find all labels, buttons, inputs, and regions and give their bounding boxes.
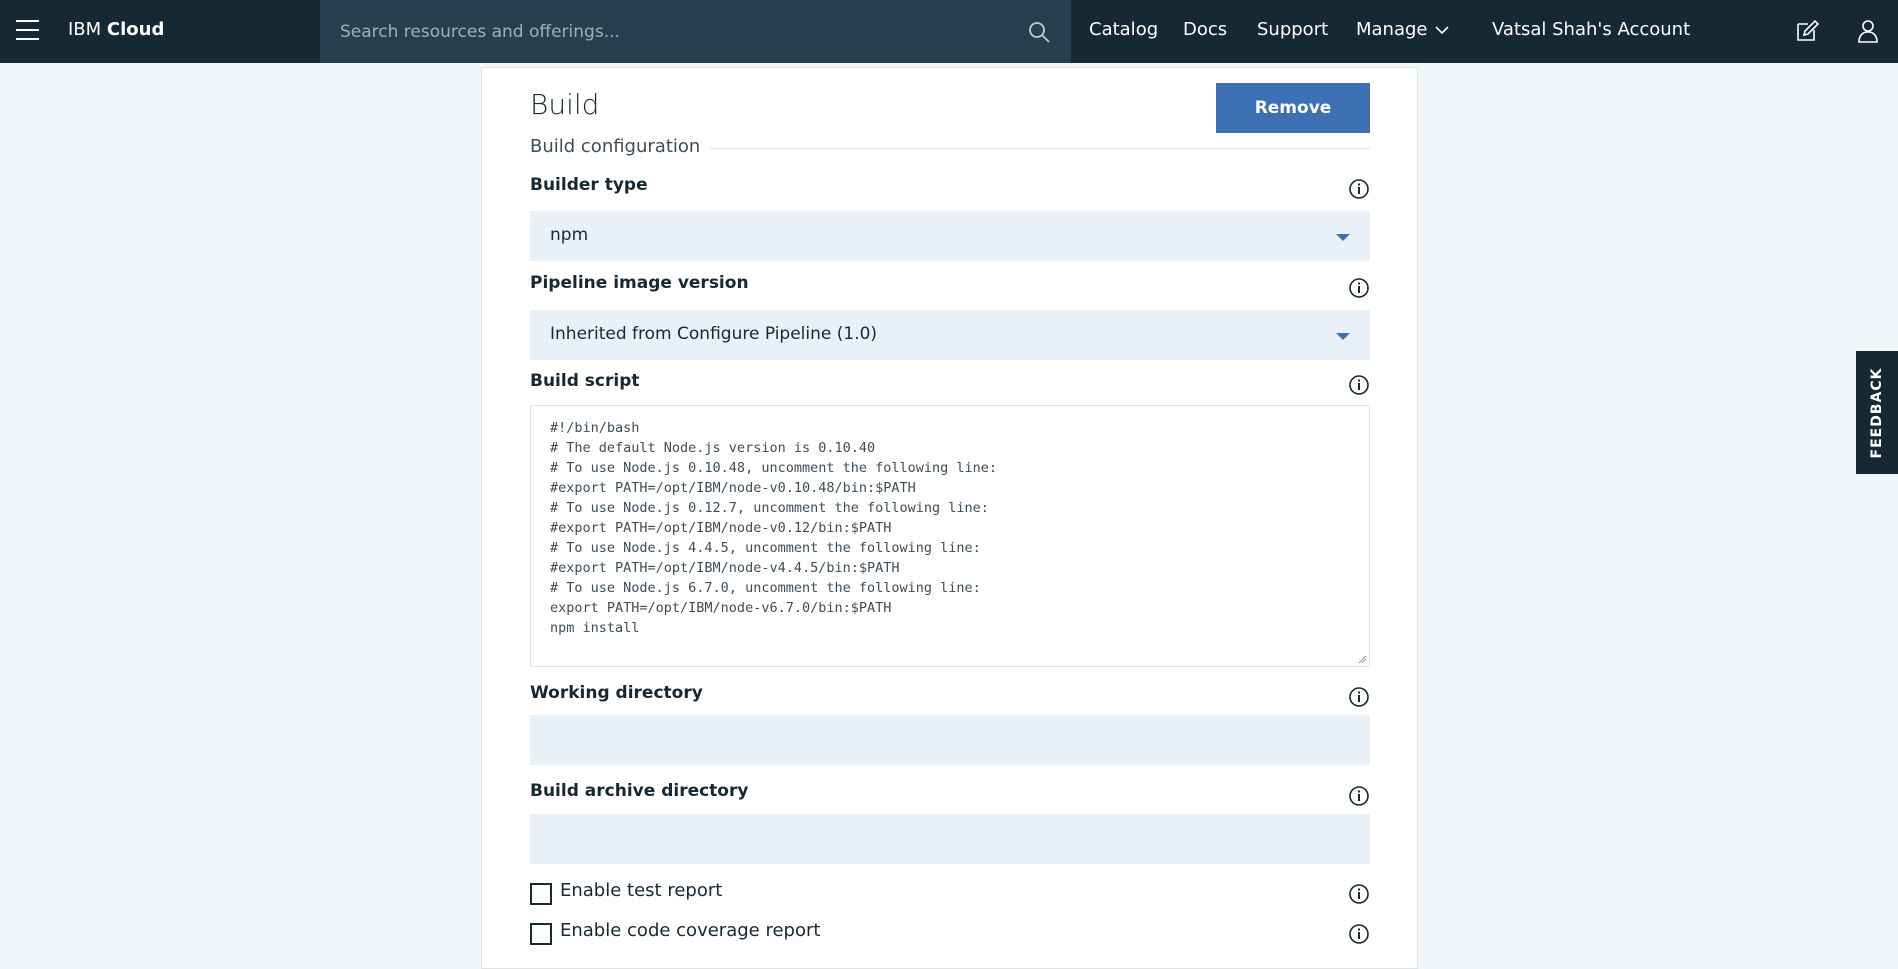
enable-test-report-checkbox[interactable] [530,883,552,905]
pipeline-image-label: Pipeline image version [530,273,749,293]
info-icon[interactable] [1348,686,1370,708]
enable-test-report-label[interactable]: Enable test report [560,880,722,901]
enable-code-coverage-label[interactable]: Enable code coverage report [560,920,820,941]
info-icon[interactable] [1348,277,1370,299]
brand-prefix: IBM [68,19,102,40]
section-divider [710,148,1370,149]
page-title: Build [530,88,600,121]
build-panel: Build Remove Build configuration Builder… [481,67,1418,969]
build-script-textarea[interactable]: #!/bin/bash # The default Node.js versio… [530,405,1370,667]
caret-down-icon [1336,333,1350,340]
nav-account[interactable]: Vatsal Shah's Account [1492,19,1690,40]
section-title: Build configuration [530,136,701,157]
search-icon[interactable] [1027,20,1051,44]
top-nav-bar: IBM Cloud Catalog Docs Support Manage Va… [0,0,1898,63]
remove-button[interactable]: Remove [1216,83,1370,133]
nav-manage[interactable]: Manage [1356,19,1428,40]
build-script-label: Build script [530,371,640,391]
feedback-label: FEEDBACK [1869,367,1885,458]
builder-type-value: npm [550,225,589,245]
build-archive-label: Build archive directory [530,781,749,801]
build-archive-input[interactable] [530,814,1370,864]
nav-catalog[interactable]: Catalog [1089,19,1158,40]
hamburger-menu-icon[interactable] [16,20,39,42]
build-script-content: #!/bin/bash # The default Node.js versio… [550,420,998,636]
pipeline-image-value: Inherited from Configure Pipeline (1.0) [550,324,878,344]
info-icon[interactable] [1348,374,1370,396]
enable-code-coverage-checkbox[interactable] [530,923,552,945]
brand-logo[interactable]: IBM Cloud [68,19,164,40]
info-icon[interactable] [1348,178,1370,200]
edit-icon[interactable] [1794,18,1820,44]
nav-docs[interactable]: Docs [1183,19,1227,40]
builder-type-label: Builder type [530,175,648,195]
chevron-down-icon[interactable] [1434,22,1450,38]
working-directory-label: Working directory [530,683,703,703]
caret-down-icon [1336,234,1350,241]
brand-name: Cloud [106,19,165,40]
builder-type-select[interactable]: npm [530,211,1370,261]
feedback-tab[interactable]: FEEDBACK [1856,351,1898,474]
info-icon[interactable] [1348,785,1370,807]
working-directory-input[interactable] [530,715,1370,765]
resize-handle-icon[interactable] [1357,654,1367,664]
search-bar [320,0,1071,63]
pipeline-image-select[interactable]: Inherited from Configure Pipeline (1.0) [530,310,1370,360]
info-icon[interactable] [1348,923,1370,945]
info-icon[interactable] [1348,883,1370,905]
nav-support[interactable]: Support [1257,19,1328,40]
user-icon[interactable] [1855,18,1881,44]
search-input[interactable] [338,18,1002,46]
